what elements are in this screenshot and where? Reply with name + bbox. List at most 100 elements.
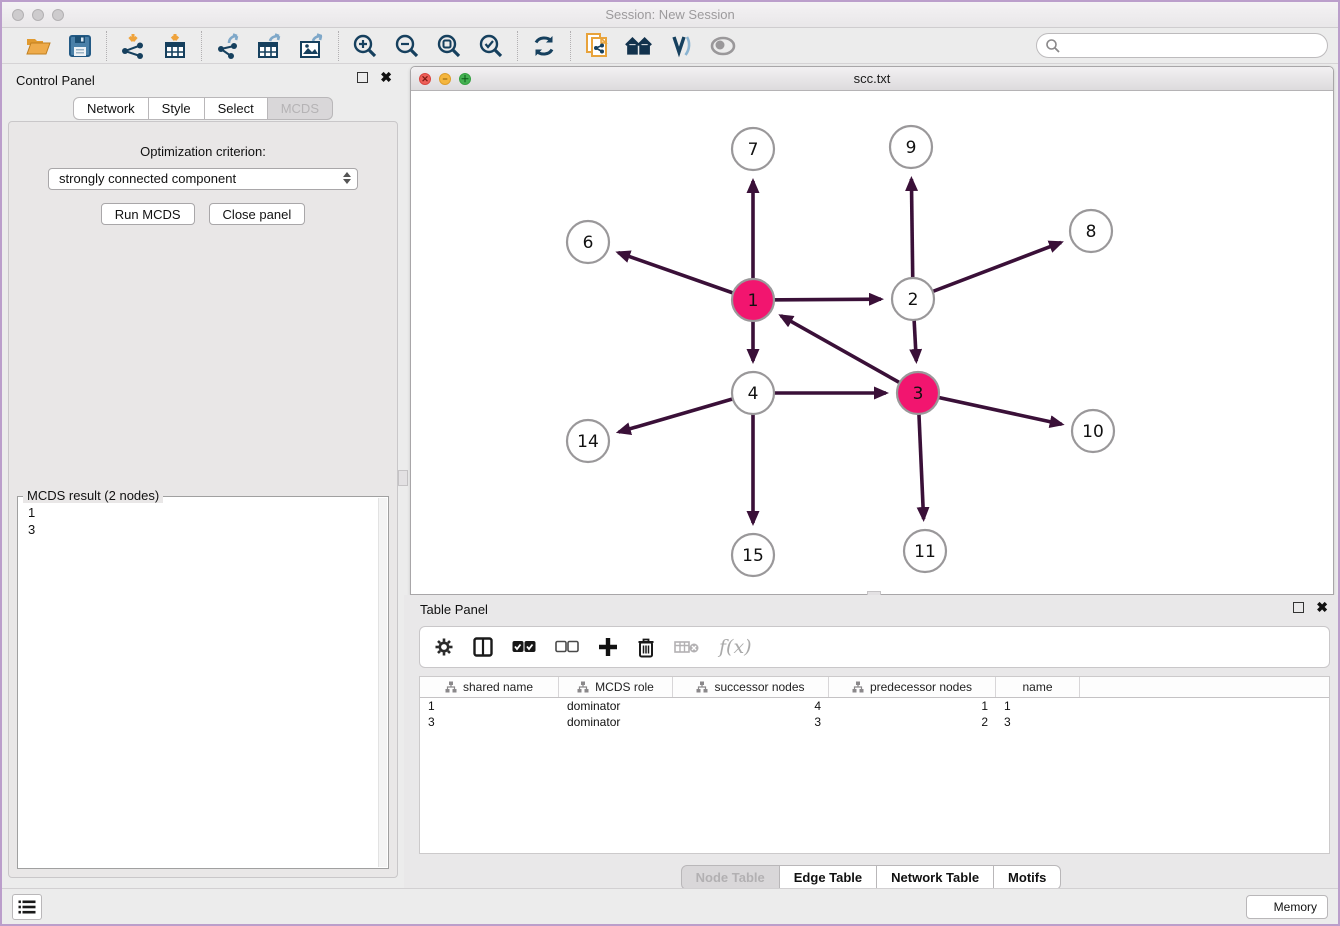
function-builder-icon: f(x) xyxy=(719,636,752,658)
optimization-criterion-select[interactable]: strongly connected component xyxy=(48,168,358,190)
result-scrollbar[interactable] xyxy=(378,498,387,867)
status-bar: Memory xyxy=(2,888,1338,924)
home-layout-icon[interactable] xyxy=(625,32,653,60)
graph-node-label: 7 xyxy=(748,140,759,160)
main-toolbar xyxy=(2,28,1338,64)
cell-mcds-role[interactable]: dominator xyxy=(559,698,673,714)
memory-label: Memory xyxy=(1274,900,1317,914)
zoom-in-icon[interactable] xyxy=(351,32,379,60)
delete-table-icon xyxy=(674,639,700,655)
import-network-icon[interactable] xyxy=(119,32,147,60)
node-table: shared name MCDS role successor nodes pr… xyxy=(419,676,1330,854)
network-canvas[interactable]: 7968124314101511 xyxy=(411,91,1333,594)
add-row-icon[interactable] xyxy=(598,637,618,657)
float-panel-icon[interactable] xyxy=(357,72,368,83)
save-session-icon[interactable] xyxy=(66,32,94,60)
graph-edge-3-1[interactable] xyxy=(781,316,918,393)
cell-name[interactable]: 1 xyxy=(996,698,1080,714)
cell-shared-name[interactable]: 1 xyxy=(420,698,559,714)
mcds-result-title: MCDS result (2 nodes) xyxy=(23,488,163,503)
tab-network[interactable]: Network xyxy=(73,97,149,120)
mcds-result-box: MCDS result (2 nodes) 1 3 xyxy=(17,496,389,869)
refresh-icon[interactable] xyxy=(530,32,558,60)
cell-predecessor-nodes[interactable]: 1 xyxy=(829,698,996,714)
tab-select[interactable]: Select xyxy=(205,97,268,120)
tab-motifs[interactable]: Motifs xyxy=(994,865,1061,890)
export-network-icon[interactable] xyxy=(214,32,242,60)
column-header-shared-name[interactable]: shared name xyxy=(420,677,559,697)
graph-node-label: 4 xyxy=(748,384,759,404)
cell-name[interactable]: 3 xyxy=(996,714,1080,730)
table-toolbar: f(x) xyxy=(419,626,1330,668)
tab-edge-table[interactable]: Edge Table xyxy=(780,865,877,890)
network-window-title: scc.txt xyxy=(411,71,1333,86)
clone-network-icon[interactable] xyxy=(583,32,611,60)
tab-node-table[interactable]: Node Table xyxy=(681,865,780,890)
task-history-button[interactable] xyxy=(12,894,42,920)
table-settings-icon[interactable] xyxy=(434,637,454,657)
delete-row-icon[interactable] xyxy=(637,637,655,658)
table-row[interactable]: 3 dominator 3 2 3 xyxy=(420,714,1329,730)
network-window-titlebar[interactable]: ✕ − ＋ scc.txt xyxy=(411,67,1333,91)
tab-style[interactable]: Style xyxy=(149,97,205,120)
network-graph: 7968124314101511 xyxy=(411,91,1333,594)
graph-node-label: 1 xyxy=(748,291,759,311)
graphics-details-icon[interactable] xyxy=(667,32,695,60)
hide-details-icon[interactable] xyxy=(709,32,737,60)
run-mcds-button[interactable]: Run MCDS xyxy=(101,203,195,225)
zoom-selected-icon[interactable] xyxy=(477,32,505,60)
close-panel-button[interactable]: Close panel xyxy=(209,203,306,225)
attribute-icon xyxy=(577,681,589,693)
open-session-icon[interactable] xyxy=(24,32,52,60)
zoom-fit-icon[interactable] xyxy=(435,32,463,60)
mcds-result-line: 3 xyxy=(28,521,378,538)
list-icon xyxy=(18,899,36,915)
table-header: shared name MCDS role successor nodes pr… xyxy=(420,677,1329,698)
cell-successor-nodes[interactable]: 4 xyxy=(673,698,829,714)
cell-predecessor-nodes[interactable]: 2 xyxy=(829,714,996,730)
table-panel: Table Panel ✖ xyxy=(404,595,1338,888)
column-header-successor-nodes[interactable]: successor nodes xyxy=(673,677,829,697)
search-input[interactable] xyxy=(1036,33,1328,58)
float-table-panel-icon[interactable] xyxy=(1293,602,1304,613)
cell-shared-name[interactable]: 3 xyxy=(420,714,559,730)
import-table-icon[interactable] xyxy=(161,32,189,60)
zoom-out-icon[interactable] xyxy=(393,32,421,60)
window-title: Session: New Session xyxy=(2,7,1338,22)
column-header-predecessor-nodes[interactable]: predecessor nodes xyxy=(829,677,996,697)
control-panel-tabs: Network Style Select MCDS xyxy=(2,97,404,120)
graph-edge-2-8[interactable] xyxy=(913,242,1061,299)
table-tabs: Node Table Edge Table Network Table Moti… xyxy=(404,865,1338,890)
attribute-icon xyxy=(852,681,864,693)
graph-node-label: 10 xyxy=(1082,422,1104,442)
export-image-icon[interactable] xyxy=(298,32,326,60)
tab-mcds[interactable]: MCDS xyxy=(268,97,333,120)
mcds-result-line: 1 xyxy=(28,504,378,521)
attribute-icon xyxy=(696,681,708,693)
panel-divider-grip[interactable] xyxy=(398,470,408,486)
select-all-icon[interactable] xyxy=(512,640,536,654)
tab-network-table[interactable]: Network Table xyxy=(877,865,994,890)
application-window: Session: New Session xyxy=(0,0,1340,926)
graph-node-label: 2 xyxy=(908,290,919,310)
graph-node-label: 6 xyxy=(583,233,594,253)
graph-node-label: 3 xyxy=(913,384,924,404)
cell-successor-nodes[interactable]: 3 xyxy=(673,714,829,730)
control-panel: Control Panel ✖ Network Style Select MCD… xyxy=(2,64,404,888)
table-panel-title: Table Panel xyxy=(420,602,488,617)
deselect-all-icon[interactable] xyxy=(555,640,579,654)
column-header-mcds-role[interactable]: MCDS role xyxy=(559,677,673,697)
network-window: ✕ − ＋ scc.txt 7968124314101511 xyxy=(410,66,1334,595)
graph-node-label: 15 xyxy=(742,546,764,566)
table-row[interactable]: 1 dominator 4 1 1 xyxy=(420,698,1329,714)
mcds-panel: Optimization criterion: strongly connect… xyxy=(8,121,398,878)
close-table-panel-icon[interactable]: ✖ xyxy=(1316,602,1328,613)
toggle-panes-icon[interactable] xyxy=(473,637,493,657)
cell-mcds-role[interactable]: dominator xyxy=(559,714,673,730)
close-panel-icon[interactable]: ✖ xyxy=(380,72,392,83)
column-header-name[interactable]: name xyxy=(996,677,1080,697)
export-table-icon[interactable] xyxy=(256,32,284,60)
attribute-icon xyxy=(445,681,457,693)
graph-node-label: 8 xyxy=(1086,222,1097,242)
memory-button[interactable]: Memory xyxy=(1246,895,1328,919)
